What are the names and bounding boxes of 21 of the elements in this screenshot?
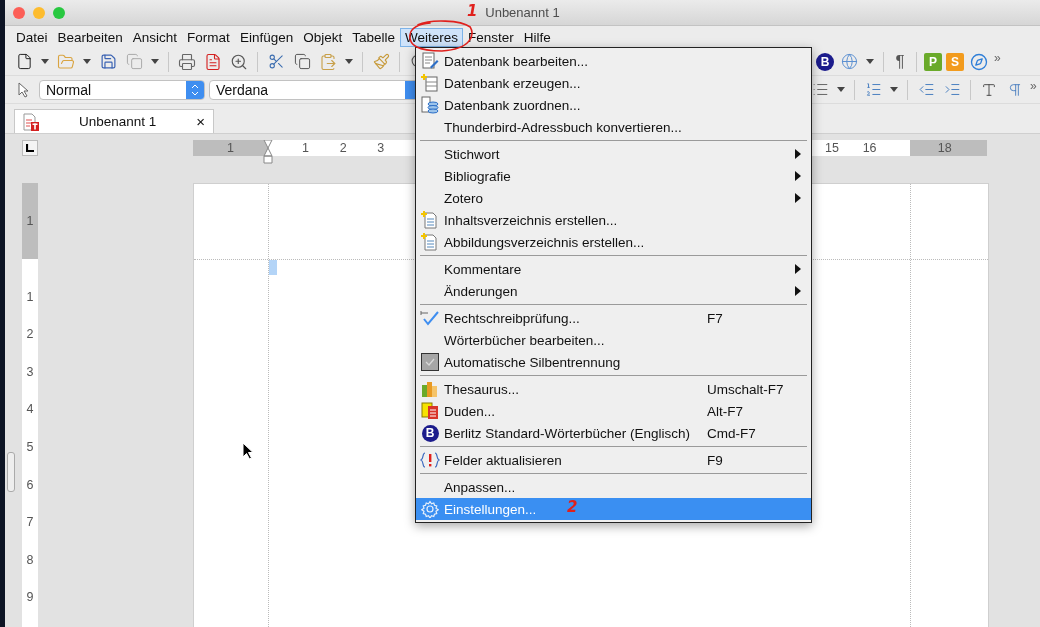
ruler-number: 1 [302,140,310,156]
ruler-number: 9 [25,590,35,605]
ruler-number: 7 [25,515,35,530]
annotation-number: 1 [467,2,478,20]
ruler-number: 16 [862,140,877,156]
ruler-number: 2 [339,140,347,156]
ruler-number: 18 [937,140,952,156]
ruler-number: 8 [25,552,35,567]
ruler-number: 4 [25,402,35,417]
annotation-number: 2 [567,498,578,516]
ruler-number: 6 [25,477,35,492]
ruler-number: 2 [25,327,35,342]
ruler-number: 1 [25,214,35,229]
ruler-number: 15 [825,140,839,156]
ruler-number: 1 [226,140,234,156]
dictionary-badge-icon: B [421,424,439,442]
window-title: Unbenannt 1 [485,5,560,20]
ruler-number: 1 [25,289,35,304]
ruler-number: 3 [377,140,385,156]
ruler-number: 3 [25,364,35,379]
ruler-number: 5 [25,440,35,454]
